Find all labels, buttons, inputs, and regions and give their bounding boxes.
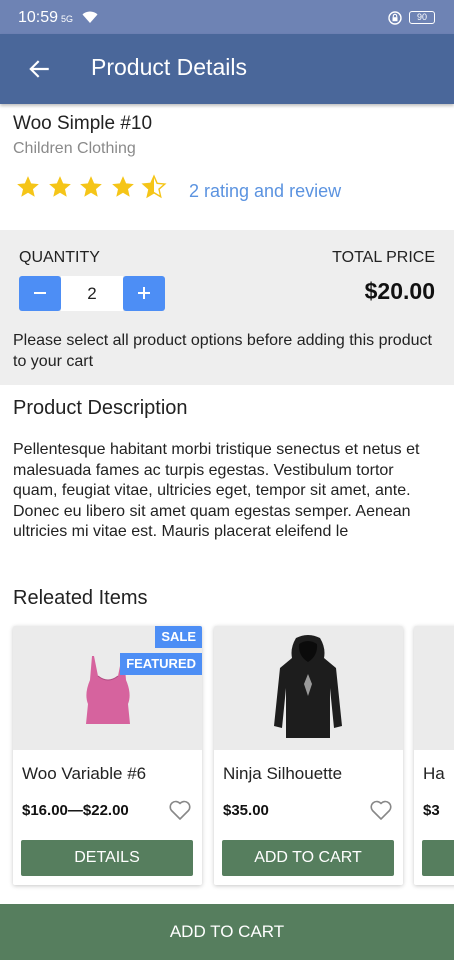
heart-outline-icon[interactable] bbox=[369, 799, 393, 821]
decrease-quantity-button[interactable] bbox=[19, 276, 61, 311]
add-to-cart-button[interactable]: ADD TO CART bbox=[0, 904, 454, 960]
add-to-cart-button[interactable]: ADD TO CART bbox=[222, 840, 394, 876]
product-image bbox=[414, 626, 454, 750]
details-button[interactable]: DETAILS bbox=[21, 840, 193, 876]
wifi-icon bbox=[82, 11, 98, 23]
product-category: Children Clothing bbox=[13, 140, 136, 157]
minus-icon bbox=[34, 292, 46, 294]
featured-badge: FEATURED bbox=[120, 653, 202, 675]
related-item-card[interactable]: Ha $3 bbox=[414, 626, 454, 885]
star-full-icon bbox=[17, 176, 39, 197]
related-item-card[interactable]: SALE FEATURED Woo Variable #6 $16.00—$22… bbox=[13, 626, 202, 885]
star-full-icon bbox=[111, 176, 134, 197]
star-full-icon bbox=[80, 176, 102, 197]
related-item-card[interactable]: Ninja Silhouette $35.00 ADD TO CART bbox=[214, 626, 403, 885]
status-time: 10:59 bbox=[18, 9, 59, 26]
quantity-section: QUANTITY TOTAL PRICE $20.00 2 Please sel… bbox=[0, 230, 454, 385]
rotation-lock-icon bbox=[388, 11, 402, 25]
total-price-value: $20.00 bbox=[364, 278, 435, 304]
back-arrow-icon[interactable] bbox=[26, 56, 52, 82]
page-title: Product Details bbox=[91, 54, 247, 80]
related-item-name: Ninja Silhouette bbox=[223, 764, 343, 783]
related-item-name: Woo Variable #6 bbox=[22, 764, 147, 783]
related-item-button[interactable] bbox=[422, 840, 454, 876]
product-name: Woo Simple #10 bbox=[13, 113, 153, 134]
related-item-price: $35.00 bbox=[223, 802, 269, 819]
app-bar: Product Details bbox=[0, 34, 454, 104]
quantity-input[interactable]: 2 bbox=[61, 276, 123, 311]
related-item-price: $3 bbox=[423, 802, 440, 819]
product-image bbox=[214, 626, 403, 750]
star-full-icon bbox=[48, 176, 71, 197]
product-image: SALE FEATURED bbox=[13, 626, 202, 750]
rating-review-link[interactable]: 2 rating and review bbox=[189, 181, 341, 202]
quantity-label: QUANTITY bbox=[19, 249, 100, 266]
description-heading: Product Description bbox=[13, 397, 188, 419]
battery-icon: 90 bbox=[409, 11, 435, 24]
total-price-label: TOTAL PRICE bbox=[332, 249, 435, 266]
signal-label: 5G bbox=[61, 14, 74, 24]
related-items-heading: Releated Items bbox=[13, 587, 148, 609]
heart-outline-icon[interactable] bbox=[168, 799, 192, 821]
related-item-name: Ha bbox=[423, 764, 445, 783]
star-half-icon bbox=[141, 174, 167, 199]
sale-badge: SALE bbox=[155, 626, 202, 648]
description-text: Pellentesque habitant morbi tristique se… bbox=[13, 441, 420, 540]
plus-icon bbox=[138, 287, 150, 299]
rating-stars bbox=[14, 174, 172, 200]
hoodie-image bbox=[274, 635, 342, 738]
options-notice: Please select all product options before… bbox=[13, 332, 432, 370]
related-item-price: $16.00—$22.00 bbox=[22, 802, 129, 819]
increase-quantity-button[interactable] bbox=[123, 276, 165, 311]
status-bar: 10:59 5G 90 bbox=[0, 0, 454, 34]
